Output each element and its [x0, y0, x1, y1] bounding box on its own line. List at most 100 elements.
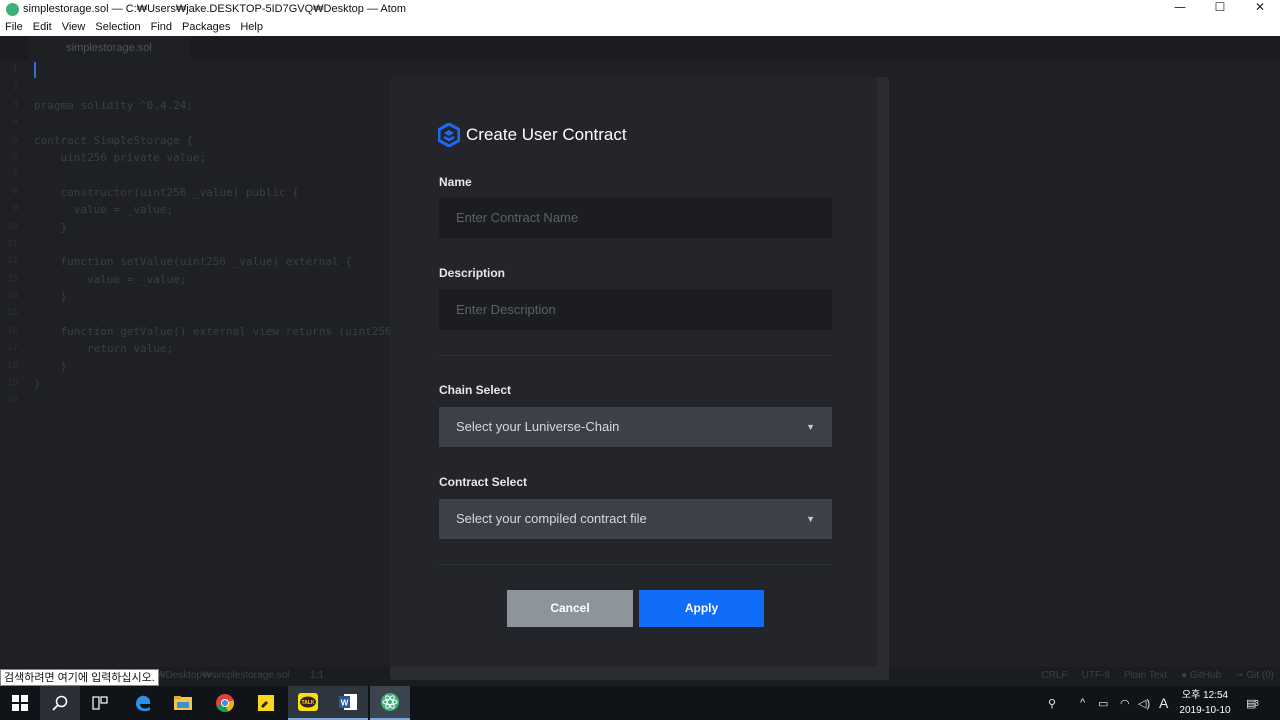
atom-app-icon	[6, 2, 19, 16]
description-input[interactable]: Enter Description	[439, 289, 832, 330]
line-number: 20	[7, 395, 18, 406]
line-number: 4	[12, 117, 18, 128]
status-file-path[interactable]: ₩Desktop₩simplestorage.sol	[156, 670, 289, 681]
volume-indicator[interactable]: ◁)	[1138, 686, 1150, 720]
menu-edit[interactable]: Edit	[28, 21, 57, 33]
status-github[interactable]: ● GitHub	[1181, 670, 1221, 681]
chain-select-dropdown[interactable]: Select your Luniverse-Chain ▼	[439, 407, 832, 447]
clock-time: 오후 12:54	[1181, 690, 1229, 701]
minimize-button[interactable]: —	[1160, 0, 1200, 18]
system-clock[interactable]: 오후 12:54 2019-10-10	[1174, 688, 1236, 718]
code-line: }	[34, 359, 68, 373]
line-number: 5	[12, 134, 18, 145]
window-title-bar: simplestorage.sol — C:₩Users₩jake.DESKTO…	[0, 0, 1280, 18]
atom-app-icon	[381, 693, 399, 711]
window-controls: — ☐ ✕	[1160, 0, 1280, 18]
line-number: 2	[12, 82, 18, 93]
contract-select-value: Select your compiled contract file	[456, 511, 647, 526]
code-line: value = _value;	[34, 272, 187, 286]
modal-panel: Create User Contract Name Enter Contract…	[390, 77, 877, 666]
tab-simplestorage[interactable]: simplestorage.sol	[28, 36, 190, 60]
task-view-button[interactable]	[80, 686, 120, 720]
line-number: 8	[12, 186, 18, 197]
battery-indicator[interactable]: ▭	[1098, 686, 1108, 720]
menu-selection[interactable]: Selection	[90, 21, 145, 33]
status-github-label: GitHub	[1189, 670, 1222, 681]
github-icon: ●	[1181, 670, 1188, 681]
show-hidden-icons-button[interactable]: ^	[1080, 686, 1085, 720]
status-git[interactable]: ⊸ Git (0)	[1235, 670, 1274, 681]
modal-title: Create User Contract	[466, 125, 627, 144]
code-line: }	[34, 220, 68, 234]
status-cursor-position[interactable]: 1:1	[310, 670, 324, 681]
atom-taskbar-button[interactable]	[370, 686, 410, 720]
speaker-icon: ◁)	[1138, 697, 1151, 710]
apply-button[interactable]: Apply	[639, 590, 764, 627]
network-indicator[interactable]: ◠	[1120, 686, 1130, 720]
contract-name-input[interactable]: Enter Contract Name	[439, 197, 832, 238]
ime-mode-indicator[interactable]: A	[1159, 686, 1168, 720]
code-line: pragma solidity ^0.4.24;	[34, 98, 193, 112]
search-icon	[52, 695, 68, 711]
edge-taskbar-button[interactable]	[123, 686, 163, 720]
status-line-ending[interactable]: CRLF	[1041, 670, 1067, 681]
sticky-note-icon	[258, 695, 274, 711]
code-line: }	[34, 290, 68, 304]
code-line: }	[34, 377, 41, 391]
people-button[interactable]: ⚲	[1048, 686, 1056, 720]
sticky-notes-button[interactable]	[246, 686, 286, 720]
divider	[439, 564, 832, 565]
status-right-group: CRLF UTF-8 Plain Text ● GitHub ⊸ Git (0)	[1041, 670, 1274, 681]
code-line: return value;	[34, 342, 174, 356]
kakaotalk-button[interactable]: TALK	[288, 686, 328, 720]
notification-count: 3	[1254, 698, 1259, 708]
menu-bar: File Edit View Selection Find Packages H…	[0, 18, 1280, 36]
word-label: W	[341, 699, 349, 708]
search-button[interactable]	[40, 686, 80, 720]
divider	[439, 355, 832, 356]
chain-select-label: Chain Select	[439, 383, 512, 397]
cancel-button[interactable]: Cancel	[507, 590, 633, 627]
status-grammar[interactable]: Plain Text	[1124, 670, 1167, 681]
name-label: Name	[439, 175, 472, 189]
window-title: simplestorage.sol — C:₩Users₩jake.DESKTO…	[23, 3, 407, 15]
close-button[interactable]: ✕	[1240, 0, 1280, 18]
people-icon: ⚲	[1048, 697, 1057, 710]
word-taskbar-button[interactable]: W	[328, 686, 368, 720]
git-branch-icon: ⊸	[1235, 670, 1244, 681]
line-number: 9	[12, 204, 18, 215]
caret-down-icon: ▼	[806, 514, 815, 524]
code-text-area[interactable]: pragma solidity ^0.4.24; contract SimpleS…	[34, 62, 394, 410]
line-number: 18	[7, 360, 18, 371]
line-number: 14	[7, 291, 18, 302]
start-button[interactable]	[0, 686, 40, 720]
line-number: 6	[12, 151, 18, 162]
menu-help[interactable]: Help	[235, 21, 268, 33]
contract-select-label: Contract Select	[439, 475, 528, 489]
description-label: Description	[439, 266, 506, 280]
file-explorer-button[interactable]	[163, 686, 203, 720]
menu-view[interactable]: View	[57, 21, 91, 33]
luniverse-logo-icon	[438, 123, 460, 147]
menu-packages[interactable]: Packages	[177, 21, 235, 33]
maximize-button[interactable]: ☐	[1200, 0, 1240, 18]
code-line: function setValue(uint256 _value) extern…	[34, 255, 352, 269]
contract-select-dropdown[interactable]: Select your compiled contract file ▼	[439, 499, 832, 539]
action-center-button[interactable]: ▤ 3	[1246, 686, 1259, 720]
folder-icon	[174, 696, 192, 710]
windows-taskbar: TALK W ⚲ ^ ▭ ◠ ◁) A 오후 12:54 2019-10-10	[0, 686, 1280, 720]
line-number: 15	[7, 308, 18, 319]
status-encoding[interactable]: UTF-8	[1082, 670, 1110, 681]
chrome-taskbar-button[interactable]	[205, 686, 245, 720]
menu-find[interactable]: Find	[146, 21, 177, 33]
menu-file[interactable]: File	[0, 21, 28, 33]
line-number: 12	[7, 256, 18, 267]
kakaotalk-icon: TALK	[298, 693, 318, 711]
wifi-icon: ◠	[1120, 697, 1130, 710]
kakaotalk-label: TALK	[302, 700, 315, 706]
code-line: value = _value;	[34, 203, 174, 217]
